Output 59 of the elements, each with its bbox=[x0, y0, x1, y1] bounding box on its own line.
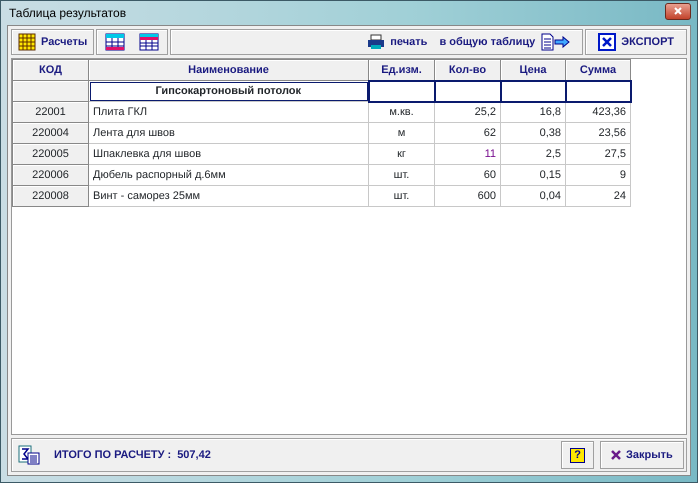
calculations-button[interactable]: Расчеты bbox=[12, 30, 94, 54]
total-label: ИТОГО ПО РАСЧЕТУ : bbox=[54, 448, 172, 463]
to-table-button[interactable]: в общую таблицу bbox=[433, 30, 576, 54]
table-cell: 60 bbox=[434, 164, 500, 186]
table-cell: 16,8 bbox=[500, 102, 566, 122]
table-cell: Плита ГКЛ bbox=[88, 102, 368, 122]
table-cell: 0,38 bbox=[500, 122, 566, 144]
group-title-cell[interactable]: Гипсокартоновый потолок bbox=[88, 80, 368, 102]
sum-document-icon[interactable] bbox=[18, 445, 40, 465]
row-header-cell[interactable]: 220004 bbox=[12, 122, 88, 144]
table-cell: 423,36 bbox=[566, 102, 630, 122]
table-cell: 25,2 bbox=[434, 102, 500, 122]
close-button[interactable]: Закрыть bbox=[600, 441, 684, 469]
column-header[interactable]: Цена bbox=[500, 60, 566, 80]
row-header-cell[interactable]: 220008 bbox=[12, 186, 88, 206]
table-cell: м bbox=[368, 122, 434, 144]
table-cell: 9 bbox=[566, 164, 630, 186]
row-header-cell[interactable]: 220006 bbox=[12, 164, 88, 186]
table-cell: м.кв. bbox=[368, 102, 434, 122]
table-cell: Дюбель распорный д.6мм bbox=[88, 164, 368, 186]
table-icon[interactable] bbox=[105, 33, 126, 51]
table-cell: Винт - саморез 25мм bbox=[88, 186, 368, 206]
table-cell: 600 bbox=[434, 186, 500, 206]
input-field[interactable] bbox=[434, 80, 500, 102]
table-cell: 27,5 bbox=[566, 144, 630, 164]
table-cell: 24 bbox=[566, 186, 630, 206]
table-cell: Лента для швов bbox=[88, 122, 368, 144]
table-cell: 23,56 bbox=[566, 122, 630, 144]
column-header[interactable]: Кол-во bbox=[434, 60, 500, 80]
table-cell: 2,5 bbox=[500, 144, 566, 164]
close-button[interactable] bbox=[665, 2, 691, 20]
input-field[interactable] bbox=[368, 80, 434, 102]
table-cell: шт. bbox=[368, 164, 434, 186]
printer-icon bbox=[367, 34, 386, 50]
help-button[interactable]: ? bbox=[561, 441, 594, 469]
input-field[interactable] bbox=[500, 80, 566, 102]
column-header[interactable]: Наименование bbox=[88, 60, 368, 80]
input-field[interactable] bbox=[566, 80, 630, 102]
document-arrow-icon bbox=[540, 33, 570, 51]
close-icon bbox=[674, 7, 682, 15]
table-cell: Шпаклевка для швов bbox=[88, 144, 368, 164]
print-button[interactable]: печать bbox=[361, 30, 434, 54]
row-header-cell[interactable]: 22001 bbox=[12, 102, 88, 122]
column-header[interactable]: КОД bbox=[12, 60, 88, 80]
spreadsheet-icon bbox=[598, 33, 616, 51]
table-cell: 62 bbox=[434, 122, 500, 144]
window-title: Таблица результатов bbox=[8, 5, 126, 22]
table-cell: 0,15 bbox=[500, 164, 566, 186]
table-cell: 0,04 bbox=[500, 186, 566, 206]
table-cell: кг bbox=[368, 144, 434, 164]
close-icon bbox=[611, 450, 621, 460]
total-value: 507,42 bbox=[177, 448, 211, 463]
grid-icon bbox=[18, 33, 36, 51]
table-icon[interactable] bbox=[139, 33, 160, 51]
column-header[interactable]: Сумма bbox=[566, 60, 630, 80]
table-cell: 11 bbox=[434, 144, 500, 164]
row-header-cell[interactable]: 220005 bbox=[12, 144, 88, 164]
table-cell: шт. bbox=[368, 186, 434, 206]
column-header[interactable]: Ед.изм. bbox=[368, 60, 434, 80]
